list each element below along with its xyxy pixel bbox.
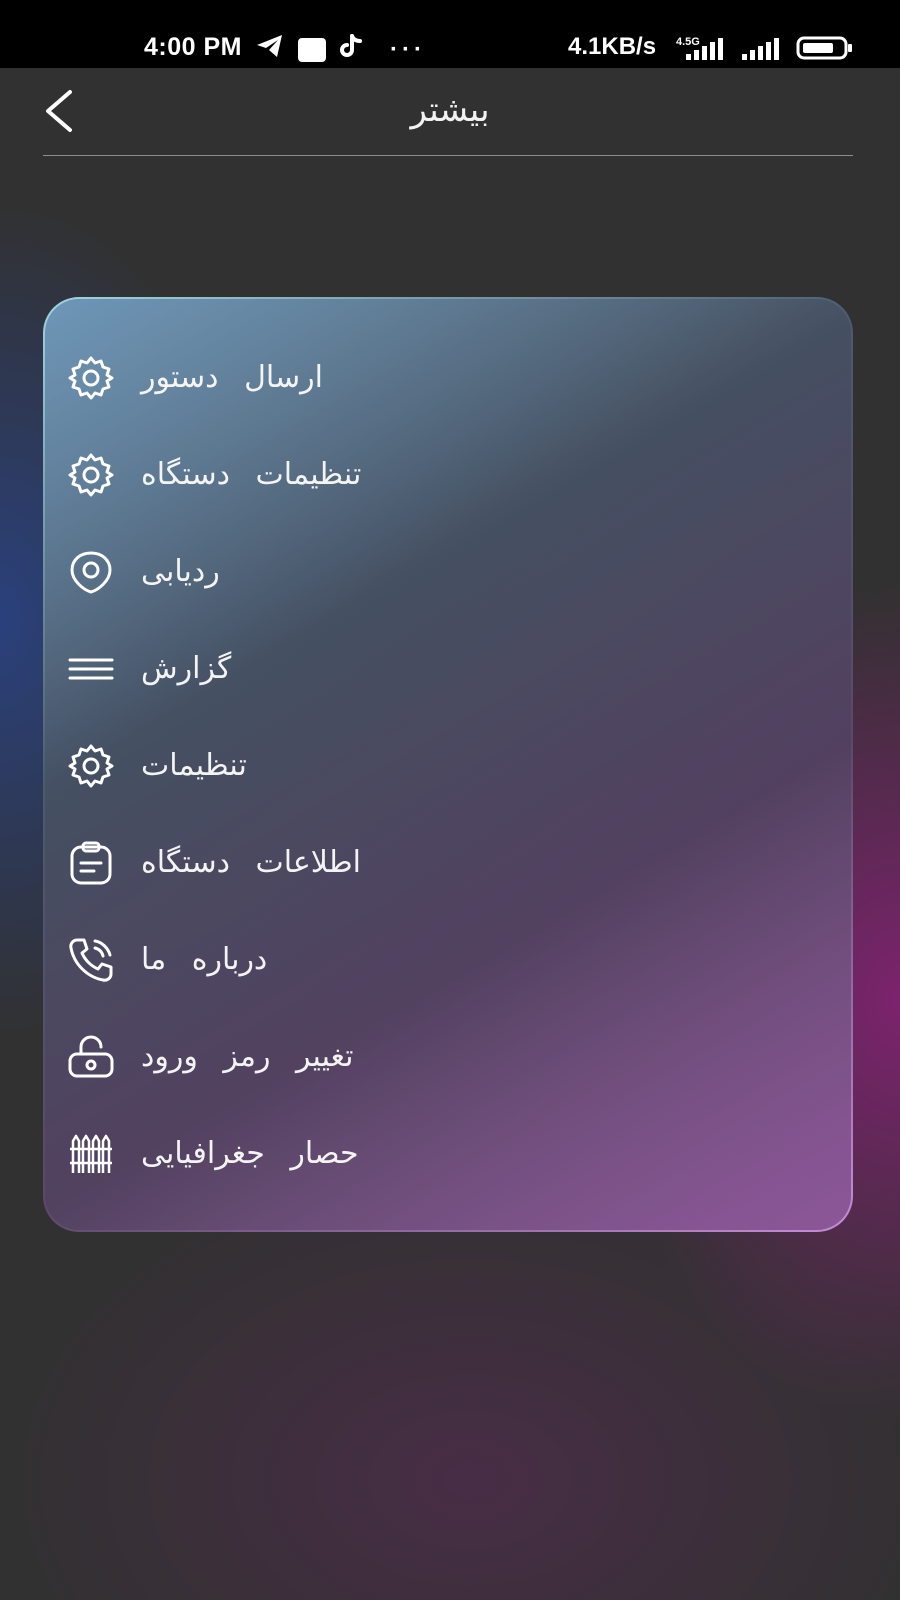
status-time: 4:00 PM <box>144 33 242 61</box>
header-divider <box>43 155 853 156</box>
menu-item-label: تنظیمات دستگاه <box>141 457 362 492</box>
location-pin-icon <box>67 548 115 596</box>
menu-card: ارسال دستور تنظیمات دستگاه ردیابی گزارش … <box>43 297 853 1232</box>
menu-item-change-password[interactable]: تغییر رمز ورود <box>45 1008 851 1105</box>
top-header: بیشتر <box>0 68 900 156</box>
tiktok-icon <box>340 34 362 65</box>
more-dots-icon: ··· <box>390 35 426 63</box>
menu-item-device-settings[interactable]: تنظیمات دستگاه <box>45 426 851 523</box>
menu-item-label: تنظیمات <box>141 748 247 783</box>
menu-item-label: ارسال دستور <box>141 360 323 395</box>
menu-item-send-command[interactable]: ارسال دستور <box>45 329 851 426</box>
signal-icon <box>680 38 730 67</box>
menu-item-settings[interactable]: تنظیمات <box>45 717 851 814</box>
telegram-icon <box>256 34 284 65</box>
menu-item-about-us[interactable]: درباره ما <box>45 911 851 1008</box>
status-bar: 4:00 PM ··· 4.1KB/s 4.5G <box>0 0 900 68</box>
gear-icon <box>67 451 115 499</box>
menu-list: ارسال دستور تنظیمات دستگاه ردیابی گزارش … <box>45 329 851 1202</box>
page-title: بیشتر <box>410 90 490 130</box>
menu-item-geofence[interactable]: حصار جغرافیایی <box>45 1105 851 1202</box>
menu-lines-icon <box>67 645 115 693</box>
menu-item-report[interactable]: گزارش <box>45 620 851 717</box>
battery-icon <box>796 36 854 67</box>
menu-item-label: گزارش <box>141 651 232 686</box>
menu-item-label: ردیابی <box>141 554 220 589</box>
status-system-icons <box>680 36 854 67</box>
notification-square-icon <box>298 37 326 62</box>
phone-icon <box>67 936 115 984</box>
menu-item-label: درباره ما <box>141 942 268 977</box>
fence-icon <box>67 1130 115 1178</box>
menu-item-label: اطلاعات دستگاه <box>141 845 361 880</box>
signal-icon <box>742 38 784 67</box>
gear-icon <box>67 354 115 402</box>
menu-item-label: حصار جغرافیایی <box>141 1136 359 1171</box>
menu-item-device-info[interactable]: اطلاعات دستگاه <box>45 814 851 911</box>
lock-icon <box>67 1033 115 1081</box>
gear-icon <box>67 742 115 790</box>
clipboard-icon <box>67 839 115 887</box>
status-notification-icons: ··· <box>256 34 426 65</box>
menu-item-tracking[interactable]: ردیابی <box>45 523 851 620</box>
menu-item-label: تغییر رمز ورود <box>141 1039 354 1074</box>
network-speed: 4.1KB/s <box>568 33 657 60</box>
